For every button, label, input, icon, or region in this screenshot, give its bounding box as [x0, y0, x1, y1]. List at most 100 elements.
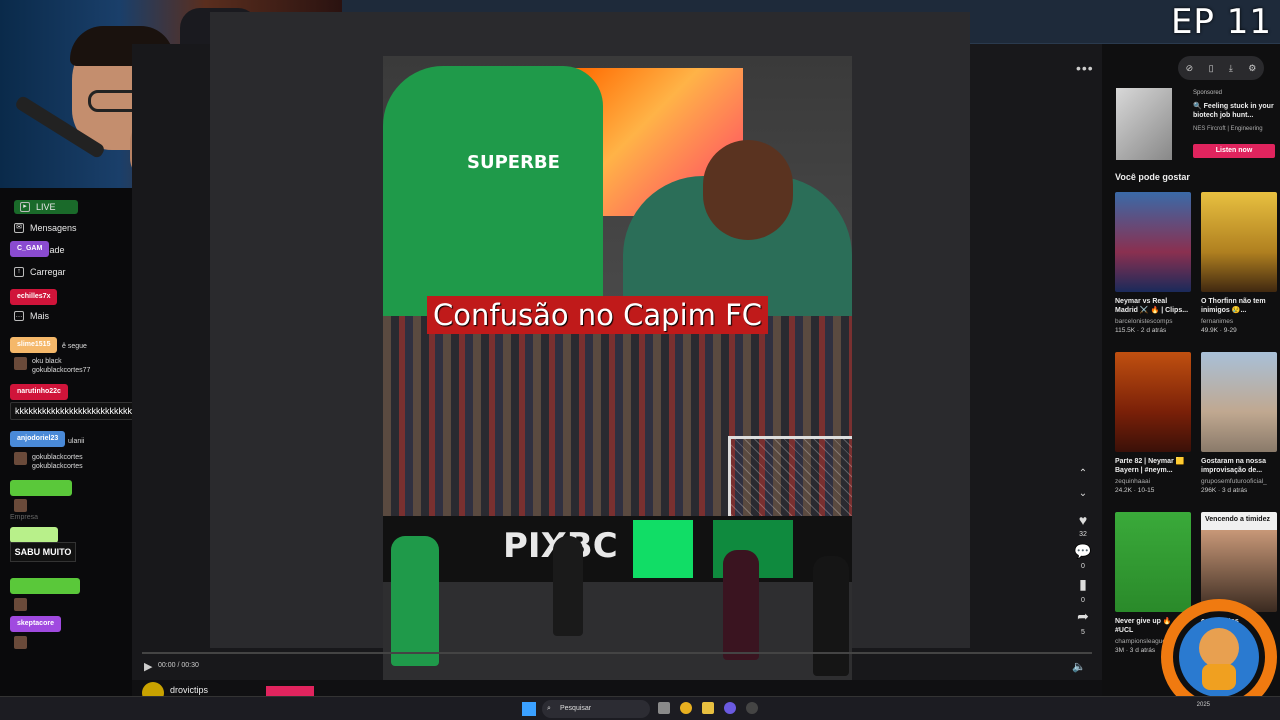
nav-live[interactable]: ▸ LIVE — [14, 200, 78, 214]
task-view-icon[interactable] — [658, 702, 670, 714]
card-meta: 296K · 3 d atrás — [1201, 487, 1248, 494]
chrome-icon[interactable] — [680, 702, 692, 714]
ad-board: PIXBC — [383, 516, 852, 582]
chat-username: echilles7x — [10, 289, 58, 305]
chat-avatar — [14, 357, 27, 370]
sponsored-label: Sponsored — [1193, 90, 1223, 96]
ad-board-green — [633, 520, 693, 578]
screen: EP 11 ▸ LIVE ✉ Mensagens vidade ↑ Carreg… — [0, 0, 1280, 720]
video-progress-bar[interactable]: ▶ 00:00 / 00:30 🔈 — [132, 652, 1102, 680]
player-tools: ⊘ ▯ ⤓ ⚙ — [1178, 56, 1264, 80]
bookmark-icon[interactable]: ▮ — [1074, 576, 1092, 593]
commentator-face — [703, 140, 793, 240]
ad-text: 🔍 Feeling stuck in your biotech job hunt… — [1193, 103, 1274, 119]
section-title: Você pode gostar — [1115, 172, 1190, 182]
chat-text: gokublackcortes77 — [32, 367, 91, 374]
nav-messages[interactable]: ✉ Mensagens — [14, 223, 77, 233]
chat-avatar — [14, 499, 27, 512]
card-thumbnail — [1201, 192, 1277, 292]
chat-text: gokublackcortes — [32, 463, 83, 470]
video-bottom-scene: PIXBC — [383, 316, 852, 680]
comment-count: 0 — [1081, 563, 1085, 570]
obs-icon[interactable] — [746, 702, 758, 714]
recommended-video-card[interactable]: Parte 82 | Neymar 🟨 Bayern | #neym... ze… — [1115, 352, 1191, 495]
nav-label: Mais — [30, 311, 50, 321]
chat-avatar — [14, 636, 27, 649]
windows-start-icon[interactable] — [522, 702, 536, 716]
follow-button[interactable] — [266, 686, 314, 696]
chat-username: skeptacore — [10, 616, 61, 632]
video-top-scene: SUPERBE — [383, 56, 852, 326]
download-icon[interactable]: ⤓ — [1229, 63, 1233, 74]
chevron-up-icon[interactable]: ⌃ — [1074, 468, 1092, 479]
recommended-video-card[interactable]: Gostaram na nossa improvisação de... gru… — [1201, 352, 1277, 495]
card-thumbnail — [1201, 352, 1277, 452]
os-taskbar: ⌕ Pesquisar 2025 — [0, 696, 1280, 720]
player-maroon — [723, 550, 759, 660]
nav-label: LIVE — [36, 202, 56, 212]
chat-text: Empresa — [10, 514, 39, 521]
share-count: 5 — [1081, 629, 1085, 636]
chat-text: oku black — [32, 358, 62, 365]
video-caption: Confusão no Capim FC — [427, 296, 769, 334]
messages-icon: ✉ — [14, 223, 24, 233]
nav-label: Carregar — [30, 267, 66, 277]
card-thumbnail — [1115, 512, 1191, 612]
chat-username-chip — [10, 578, 80, 594]
chevron-down-icon[interactable]: ⌄ — [1074, 488, 1092, 499]
search-icon: ⌕ — [547, 705, 551, 712]
channel-name[interactable]: drovictips — [170, 685, 208, 695]
disable-icon[interactable]: ⊘ — [1186, 63, 1194, 74]
play-icon[interactable]: ▶ — [144, 660, 152, 673]
card-author: fernanimes — [1201, 318, 1234, 325]
player-green-jersey: SUPERBE — [383, 66, 603, 316]
episode-overlay: EP 11 — [1170, 2, 1272, 42]
progress-track[interactable] — [142, 652, 1092, 654]
card-thumb-label: Vencendo a timidez — [1205, 516, 1270, 523]
ad-advertiser: NES Fircroft | Engineering — [1193, 126, 1263, 132]
chat-username: C_GAM — [10, 241, 50, 257]
listen-now-button[interactable]: Listen now — [1193, 144, 1275, 158]
card-title: Parte 82 | Neymar 🟨 Bayern | #neym... — [1115, 458, 1185, 474]
card-author: barcelonistescomps — [1115, 318, 1173, 325]
taskbar-search[interactable]: ⌕ Pesquisar — [542, 700, 650, 718]
phone-icon[interactable]: ▯ — [1209, 63, 1214, 74]
file-explorer-icon[interactable] — [702, 702, 714, 714]
jersey-sponsor: SUPERBE — [467, 152, 560, 173]
share-icon[interactable]: ➦ — [1074, 608, 1092, 625]
sponsored-ad[interactable]: Sponsored 🔍 Feeling stuck in your biotec… — [1116, 86, 1276, 162]
recommended-video-card[interactable]: O Thorfinn não tem inimigos 😢... fernani… — [1201, 192, 1277, 335]
card-title: O Thorfinn não tem inimigos 😢... — [1201, 298, 1266, 314]
video-frame[interactable]: SUPERBE PIXBC Confusão no Capim FC — [383, 56, 852, 680]
nav-label: Mensagens — [30, 223, 77, 233]
chat-avatar — [14, 452, 27, 465]
chat-username: narutinho22c — [10, 384, 68, 400]
chat-username: anjodoriel23 — [10, 431, 66, 447]
more-icon: … — [14, 311, 24, 321]
chat-text: ê segue — [62, 343, 87, 350]
chat-text: ulanii — [68, 438, 85, 445]
card-title: Gostaram na nossa improvisação de... — [1201, 458, 1266, 474]
comment-icon[interactable]: 💬 — [1074, 543, 1092, 560]
nav-more[interactable]: … Mais — [14, 311, 49, 321]
recommended-video-card[interactable]: Neymar vs Real Madrid ⚔️ 🔥 | Clips... ba… — [1115, 192, 1191, 335]
save-count: 0 — [1081, 597, 1085, 604]
nav-upload[interactable]: ↑ Carregar — [14, 267, 66, 277]
video-time: 00:00 / 00:30 — [158, 662, 199, 669]
like-icon[interactable]: ♥ — [1074, 512, 1092, 528]
player-black — [553, 536, 583, 636]
volume-icon[interactable]: 🔈 — [1072, 660, 1086, 673]
settings-icon[interactable]: ⚙ — [1248, 63, 1256, 74]
card-thumbnail: Vencendo a timidez — [1201, 512, 1277, 612]
chat-text: gokublackcortes — [32, 454, 83, 461]
ad-thumbnail — [1116, 88, 1172, 160]
player-green — [391, 536, 439, 666]
channel-bar: drovictips — [132, 680, 1102, 704]
more-options-icon[interactable]: ••• — [1076, 60, 1094, 76]
chat-sabu-message: SABU MUITO — [10, 542, 76, 562]
chat-username-chip — [10, 527, 58, 543]
discord-icon[interactable] — [724, 702, 736, 714]
card-meta: 49.9K · 9-29 — [1201, 327, 1237, 334]
card-meta: 24.2K · 10-15 — [1115, 487, 1155, 494]
upload-icon: ↑ — [14, 267, 24, 277]
